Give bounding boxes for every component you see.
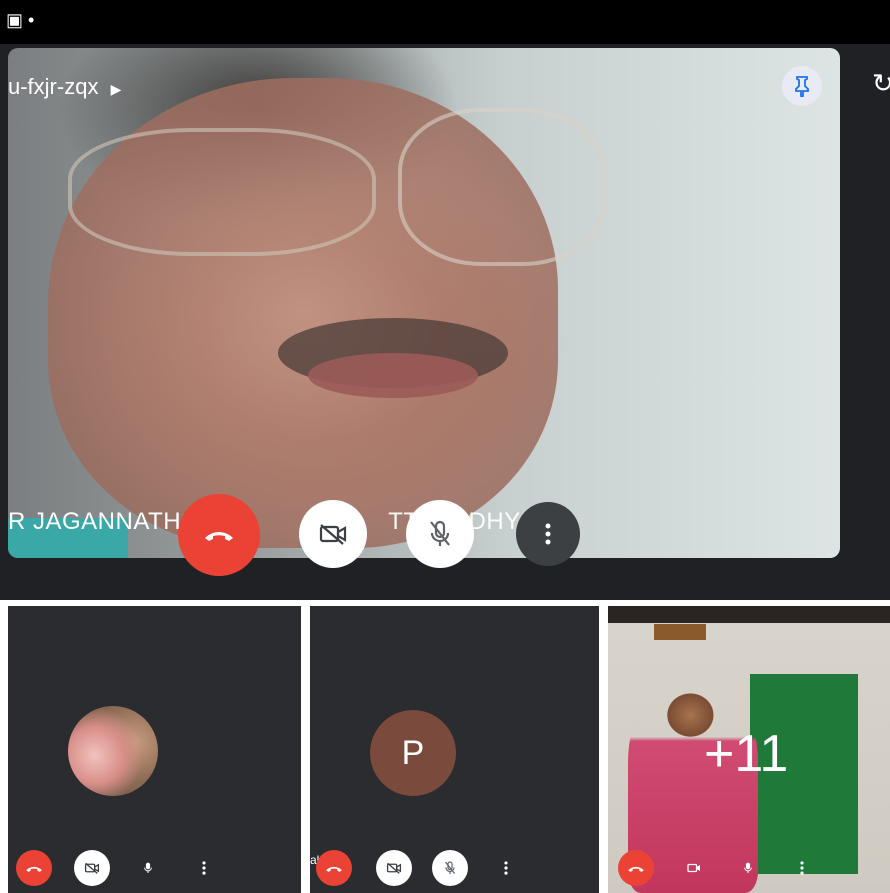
participant-tile[interactable] <box>8 606 301 893</box>
pin-icon <box>795 76 809 97</box>
more-options-button[interactable] <box>784 850 820 886</box>
camera-toggle-button[interactable] <box>74 850 110 886</box>
mic-icon <box>744 862 752 873</box>
rotate-camera-icon[interactable]: ↻ <box>872 68 890 99</box>
microphone-toggle-button[interactable] <box>432 850 468 886</box>
end-call-button[interactable] <box>178 494 260 576</box>
mic-off-icon <box>445 861 455 874</box>
avatar <box>68 706 158 796</box>
wall-sign <box>654 624 706 640</box>
camera-off-icon <box>319 524 347 545</box>
more-vert-icon <box>504 861 508 875</box>
microphone-button[interactable] <box>130 850 166 886</box>
main-speaker-video[interactable] <box>8 48 840 558</box>
camera-button[interactable] <box>676 850 712 886</box>
end-call-button[interactable] <box>16 850 52 886</box>
camera-off-icon <box>84 862 100 874</box>
speaker-lips <box>308 353 478 398</box>
more-options-button[interactable] <box>488 850 524 886</box>
camera-toggle-button[interactable] <box>299 500 367 568</box>
end-call-icon <box>26 866 42 872</box>
camera-icon <box>687 863 700 873</box>
end-call-button[interactable] <box>618 850 654 886</box>
mic-icon <box>144 862 152 873</box>
more-vert-icon <box>202 861 206 875</box>
avatar: P <box>370 710 456 796</box>
overflow-count: +11 <box>704 725 789 783</box>
overflow-participants-tile[interactable]: +11 <box>608 606 890 893</box>
glasses-right <box>398 108 606 266</box>
more-vert-icon <box>800 861 804 875</box>
microphone-toggle-button[interactable] <box>406 500 474 568</box>
status-bar: ▣ • <box>0 0 890 44</box>
microphone-button[interactable] <box>730 850 766 886</box>
meeting-code-label[interactable]: u-fxjr-zqx ▶ <box>8 74 121 100</box>
more-vert-icon <box>545 523 551 545</box>
camera-toggle-button[interactable] <box>376 850 412 886</box>
end-call-icon <box>628 866 644 872</box>
end-call-icon <box>326 866 342 872</box>
mic-off-icon <box>430 520 450 546</box>
speaker-name-visible: R JAGANNATH <box>8 508 182 535</box>
meeting-code-text: u-fxjr-zqx <box>8 74 99 99</box>
more-options-button[interactable] <box>186 850 222 886</box>
glasses-left <box>68 128 376 256</box>
participant-tile[interactable]: P al <box>310 606 599 893</box>
pin-button[interactable] <box>782 66 822 106</box>
status-icons: ▣ • <box>6 10 35 30</box>
camera-off-icon <box>386 862 402 874</box>
chevron-right-icon: ▶ <box>110 81 122 97</box>
more-options-button[interactable] <box>516 502 580 566</box>
end-call-icon <box>205 532 233 541</box>
end-call-button[interactable] <box>316 850 352 886</box>
